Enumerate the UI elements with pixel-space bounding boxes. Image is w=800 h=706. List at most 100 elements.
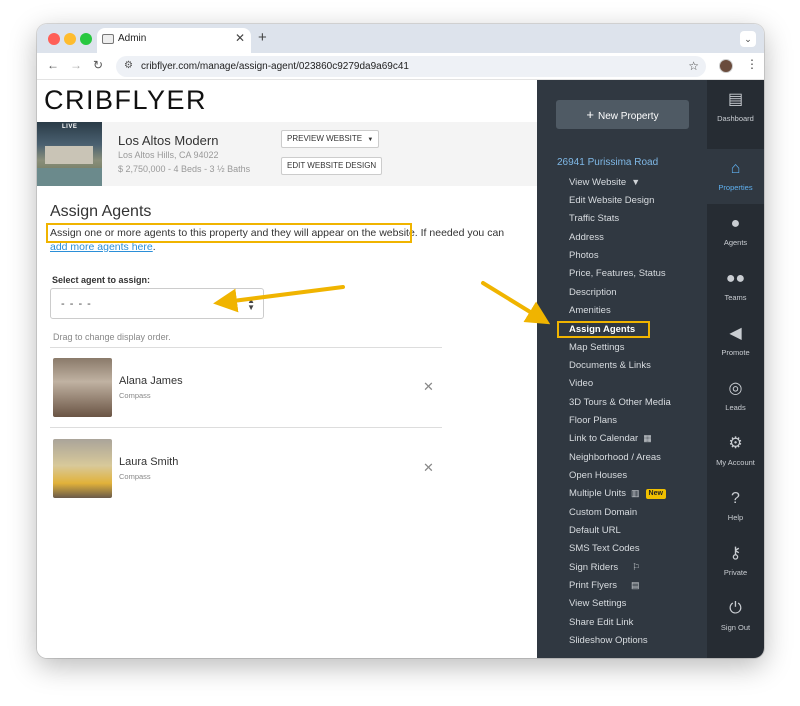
sidebar-item-custom-domain[interactable]: Custom Domain — [569, 507, 637, 518]
agents-icon: ● — [730, 215, 741, 232]
tab-strip: Admin ✕ + ⌄ — [37, 24, 764, 53]
page-title: Assign Agents — [50, 203, 152, 220]
rail-item-dashboard[interactable]: ▤ Dashboard — [707, 80, 764, 135]
browser-toolbar: ← → ↻ ⚙ cribflyer.com/manage/assign-agen… — [37, 53, 764, 80]
sidebar-item-amenities[interactable]: Amenities — [569, 305, 611, 316]
sidebar-item-share-edit-link[interactable]: Share Edit Link — [569, 617, 633, 628]
divider — [50, 347, 442, 348]
rail-item-teams[interactable]: ●● Teams — [707, 259, 764, 314]
sidebar-item-3d-tours[interactable]: 3D Tours & Other Media — [569, 397, 671, 408]
zoom-window-button[interactable] — [80, 33, 92, 45]
sidebar-item-traffic-stats[interactable]: Traffic Stats — [569, 213, 619, 224]
sidebar-item-address[interactable]: Address — [569, 232, 604, 243]
edit-website-design-button[interactable]: EDIT WEBSITE DESIGN — [281, 157, 383, 175]
sign-icon: ⚐ — [632, 562, 641, 572]
property-header: LIVE Los Altos Modern Los Altos Hills, C… — [37, 122, 537, 186]
select-agent-dropdown[interactable]: - - - - ▲ ▼ — [50, 288, 264, 319]
power-icon: ⏻ — [729, 600, 742, 617]
sidebar-item-multiple-units[interactable]: Multiple Units ▥ New — [569, 488, 666, 499]
browser-menu-icon[interactable]: ⋮ — [746, 57, 758, 71]
sidebar-item-neighborhood-areas[interactable]: Neighborhood / Areas — [569, 452, 661, 463]
agent-company: Compass — [119, 472, 151, 481]
address-bar[interactable]: ⚙ cribflyer.com/manage/assign-agent/0238… — [116, 56, 706, 77]
sidebar-item-view-website[interactable]: View Website ▼ — [569, 177, 640, 188]
caret-down-icon: ▼ — [631, 177, 641, 187]
agent-photo — [53, 358, 112, 417]
close-window-button[interactable] — [48, 33, 60, 45]
sidebar-item-sign-riders[interactable]: Sign Riders ⚐ — [569, 562, 640, 573]
sidebar-item-floor-plans[interactable]: Floor Plans — [569, 415, 617, 426]
agent-company: Compass — [119, 391, 151, 400]
updown-caret-icon: ▲ ▼ — [247, 296, 255, 312]
agent-name: Alana James — [119, 375, 183, 387]
bookmark-star-icon[interactable]: ☆ — [688, 59, 699, 73]
sidebar-address[interactable]: 26941 Purissima Road — [557, 157, 658, 168]
sidebar-item-documents-links[interactable]: Documents & Links — [569, 360, 651, 371]
minimize-window-button[interactable] — [64, 33, 76, 45]
browser-window: Admin ✕ + ⌄ ← → ↻ ⚙ cribflyer.com/manage… — [37, 24, 764, 658]
site-settings-icon[interactable]: ⚙ — [124, 60, 133, 71]
rail-item-properties[interactable]: ⌂ Properties — [707, 149, 764, 204]
sidebar-item-price-features-status[interactable]: Price, Features, Status — [569, 268, 666, 279]
rail-item-leads[interactable]: ◎ Leads — [707, 369, 764, 424]
agent-photo — [53, 439, 112, 498]
url-text: cribflyer.com/manage/assign-agent/023860… — [141, 61, 409, 72]
remove-agent-icon[interactable]: ✕ — [423, 460, 434, 476]
sidebar-item-map-settings[interactable]: Map Settings — [569, 342, 624, 353]
sidebar-item-default-url[interactable]: Default URL — [569, 525, 621, 536]
tab-search-icon[interactable]: ⌄ — [740, 31, 756, 47]
sidebar-item-open-houses[interactable]: Open Houses — [569, 470, 627, 481]
property-summary: $ 2,750,000 - 4 Beds - 3 ½ Baths — [118, 164, 251, 174]
drag-hint: Drag to change display order. — [53, 332, 171, 342]
sidebar-item-view-settings[interactable]: View Settings — [569, 598, 626, 609]
agent-name: Laura Smith — [119, 456, 179, 468]
divider — [50, 427, 442, 428]
key-icon: ⚷ — [729, 545, 742, 562]
megaphone-icon: ◀ — [729, 325, 742, 342]
rail-item-promote[interactable]: ◀ Promote — [707, 314, 764, 369]
document-icon: ▤ — [631, 580, 640, 590]
sidebar-item-edit-website-design[interactable]: Edit Website Design — [569, 195, 654, 206]
reload-icon[interactable]: ↻ — [93, 58, 103, 72]
sidebar-item-print-flyers[interactable]: Print Flyers ▤ — [569, 580, 640, 591]
select-agent-value: - - - - — [61, 298, 92, 310]
sidebar-item-assign-agents[interactable]: Assign Agents — [557, 321, 650, 338]
browser-tab[interactable]: Admin ✕ — [97, 28, 251, 53]
sidebar-item-link-to-calendar[interactable]: Link to Calendar ▦ — [569, 433, 652, 444]
tab-title: Admin — [118, 33, 147, 44]
sidebar-item-sms-text-codes[interactable]: SMS Text Codes — [569, 543, 640, 554]
building-icon: ▥ — [631, 488, 640, 498]
target-icon: ◎ — [728, 380, 743, 397]
select-agent-label: Select agent to assign: — [52, 275, 151, 285]
description-highlight — [46, 223, 412, 243]
plus-icon: + — [586, 107, 594, 122]
sidebar-item-video[interactable]: Video — [569, 378, 593, 389]
rail-item-sign-out[interactable]: ⏻ Sign Out — [707, 589, 764, 644]
rail-item-private[interactable]: ⚷ Private — [707, 534, 764, 589]
property-thumbnail[interactable]: LIVE — [37, 122, 102, 186]
chevron-down-icon: ▼ — [367, 137, 374, 143]
cribflyer-logo[interactable]: CRIBFLYER — [44, 85, 207, 116]
rail-item-agents[interactable]: ● Agents — [707, 204, 764, 259]
preview-website-button[interactable]: PREVIEW WEBSITE ▼ — [281, 130, 380, 148]
new-badge: New — [645, 489, 666, 499]
rail-item-my-account[interactable]: ⚙ My Account — [707, 424, 764, 479]
preview-website-label: PREVIEW WEBSITE — [287, 134, 363, 143]
main-panel: CRIBFLYER LIVE Los Altos Modern Los Alto… — [37, 80, 537, 658]
remove-agent-icon[interactable]: ✕ — [423, 379, 434, 395]
page-content: CRIBFLYER LIVE Los Altos Modern Los Alto… — [37, 80, 764, 658]
favicon-icon — [102, 34, 114, 44]
profile-avatar[interactable] — [719, 59, 733, 73]
back-icon[interactable]: ← — [47, 58, 59, 72]
forward-icon[interactable]: → — [70, 58, 82, 72]
close-tab-icon[interactable]: ✕ — [235, 31, 245, 45]
sidebar-item-slideshow-options[interactable]: Slideshow Options — [569, 635, 648, 646]
sidebar-item-photos[interactable]: Photos — [569, 250, 599, 261]
properties-icon: ⌂ — [730, 160, 741, 177]
rail-item-help[interactable]: ? Help — [707, 479, 764, 534]
new-property-button[interactable]: + New Property — [556, 100, 689, 129]
sidebar-item-description[interactable]: Description — [569, 287, 617, 298]
new-tab-icon[interactable]: + — [258, 29, 267, 46]
gear-icon: ⚙ — [728, 435, 743, 452]
property-location: Los Altos Hills, CA 94022 — [118, 150, 219, 160]
